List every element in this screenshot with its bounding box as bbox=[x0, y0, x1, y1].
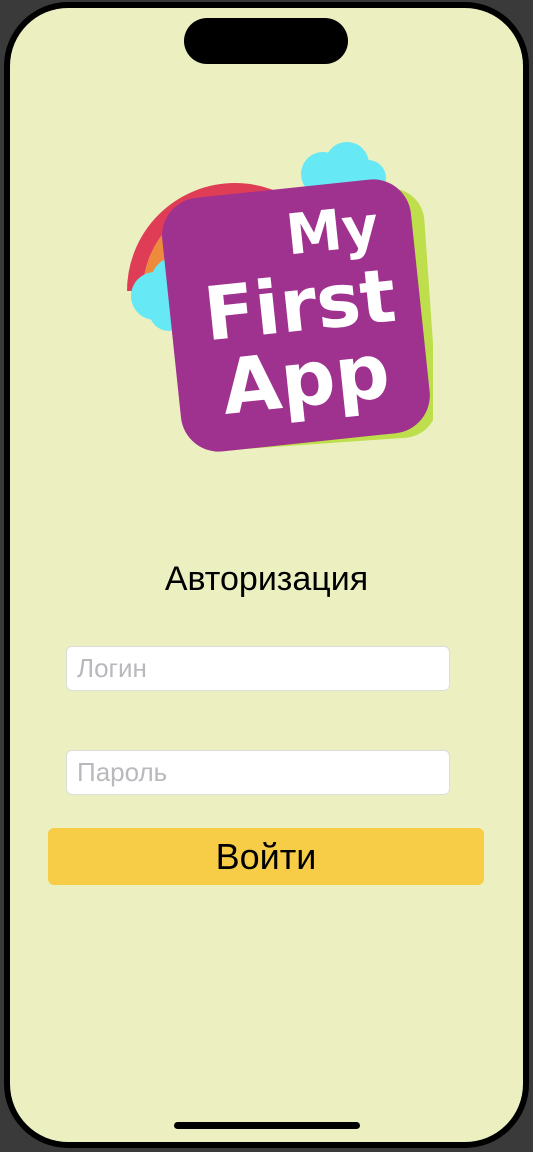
login-button[interactable]: Войти bbox=[48, 828, 484, 885]
login-input[interactable] bbox=[66, 646, 450, 691]
device-frame: My First App Авторизация Войти bbox=[4, 2, 529, 1148]
logo-text-app: App bbox=[218, 326, 394, 432]
dynamic-island bbox=[184, 18, 348, 64]
app-screen: My First App Авторизация Войти bbox=[10, 8, 523, 1142]
auth-title: Авторизация bbox=[164, 560, 369, 598]
app-logo: My First App bbox=[127, 142, 433, 452]
password-input[interactable] bbox=[66, 750, 450, 795]
home-indicator bbox=[174, 1122, 360, 1129]
